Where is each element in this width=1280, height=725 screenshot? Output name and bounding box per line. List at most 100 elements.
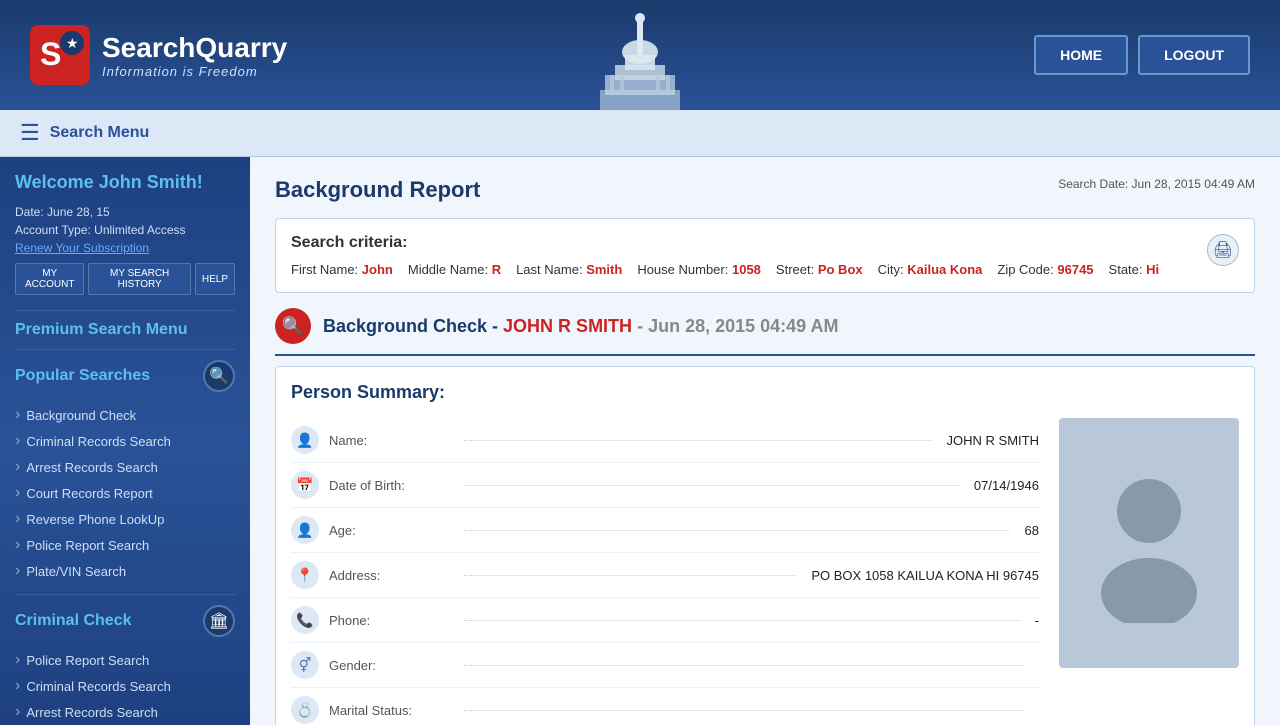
address-icon: 📍 (291, 561, 319, 589)
field-row-phone: 📞 Phone: - (291, 598, 1039, 643)
dob-label: Date of Birth: (329, 478, 449, 493)
criminal-check-icon[interactable]: 🏛 (203, 605, 235, 637)
welcome-title: Welcome John Smith! (15, 172, 235, 193)
field-row-name: 👤 Name: JOHN R SMITH (291, 418, 1039, 463)
header-center (595, 0, 685, 110)
svg-text:★: ★ (66, 35, 79, 51)
popular-searches-list: Background Check Criminal Records Search… (15, 402, 235, 584)
my-account-button[interactable]: MY ACCOUNT (15, 263, 84, 295)
gender-label: Gender: (329, 658, 449, 673)
popular-searches-title: Popular Searches (15, 367, 150, 385)
sidebar-divider-1 (15, 310, 235, 311)
person-icon: 👤 (291, 426, 319, 454)
search-criteria-section: Search criteria: First Name: John Middle… (275, 218, 1255, 293)
gender-separator (464, 665, 1024, 666)
logo-brand: SearchQuarry (102, 32, 287, 64)
sidebar-item-arrest-records[interactable]: Arrest Records Search (15, 454, 235, 480)
print-button[interactable]: 🖨 (1207, 234, 1239, 266)
hamburger-icon[interactable]: ☰ (20, 120, 40, 146)
dob-separator (464, 485, 959, 486)
criteria-house-number: House Number: 1058 (637, 262, 761, 277)
popular-searches-header: Popular Searches 🔍 (15, 360, 235, 392)
logo-area: S ★ SearchQuarry Information is Freedom (30, 25, 287, 85)
marital-separator (464, 710, 1024, 711)
address-separator (464, 575, 796, 576)
report-header: Background Report Search Date: Jun 28, 2… (275, 177, 1255, 203)
content-area: Background Report Search Date: Jun 28, 2… (250, 157, 1280, 725)
logout-button[interactable]: LOGOUT (1138, 35, 1250, 75)
avatar-placeholder (1089, 463, 1209, 623)
sidebar-divider-3 (15, 594, 235, 595)
popular-searches-icon[interactable]: 🔍 (203, 360, 235, 392)
sidebar-item-reverse-phone[interactable]: Reverse Phone LookUp (15, 506, 235, 532)
criteria-first-name: First Name: John (291, 262, 393, 277)
phone-value: - (1035, 613, 1039, 628)
svg-text:S: S (40, 36, 61, 72)
age-icon: 👤 (291, 516, 319, 544)
bg-check-search-icon: 🔍 (275, 308, 311, 344)
avatar-container (1059, 418, 1239, 668)
sidebar-action-buttons: MY ACCOUNT MY SEARCH HISTORY HELP (15, 263, 235, 295)
sidebar-item-court-records[interactable]: Court Records Report (15, 480, 235, 506)
criteria-zip: Zip Code: 96745 (997, 262, 1093, 277)
header-buttons: HOME LOGOUT (1034, 35, 1250, 75)
capitol-icon (595, 10, 685, 110)
age-separator (464, 530, 1010, 531)
bg-check-title: Background Check - JOHN R SMITH - Jun 28… (323, 316, 839, 337)
sidebar-item-background-check[interactable]: Background Check (15, 402, 235, 428)
summary-fields: 👤 Name: JOHN R SMITH 📅 Date of Birth: 07… (291, 418, 1039, 725)
criminal-check-list: Police Report Search Criminal Records Se… (15, 647, 235, 725)
phone-icon: 📞 (291, 606, 319, 634)
address-label: Address: (329, 568, 449, 583)
sidebar-item-plate-vin[interactable]: Plate/VIN Search (15, 558, 235, 584)
criteria-last-name: Last Name: Smith (516, 262, 622, 277)
sidebar-criminal-arrest-records[interactable]: Arrest Records Search (15, 699, 235, 725)
criminal-check-header: Criminal Check 🏛 (15, 605, 235, 637)
logo-icon: S ★ (30, 25, 90, 85)
sidebar-criminal-police-report[interactable]: Police Report Search (15, 647, 235, 673)
home-button[interactable]: HOME (1034, 35, 1128, 75)
sidebar-criminal-records[interactable]: Criminal Records Search (15, 673, 235, 699)
sidebar-date: Date: June 28, 15 (15, 205, 235, 219)
sidebar-item-criminal-records[interactable]: Criminal Records Search (15, 428, 235, 454)
logo-text-area: SearchQuarry Information is Freedom (102, 32, 287, 79)
marital-label: Marital Status: (329, 703, 449, 718)
name-separator (464, 440, 932, 441)
logo-tagline: Information is Freedom (102, 64, 287, 79)
criteria-street: Street: Po Box (776, 262, 863, 277)
main-layout: Welcome John Smith! Date: June 28, 15 Ac… (0, 157, 1280, 725)
bg-check-header: 🔍 Background Check - JOHN R SMITH - Jun … (275, 308, 1255, 356)
person-summary-title: Person Summary: (291, 382, 1239, 403)
name-value: JOHN R SMITH (947, 433, 1039, 448)
field-row-gender: ⚥ Gender: (291, 643, 1039, 688)
my-search-history-button[interactable]: MY SEARCH HISTORY (88, 263, 190, 295)
name-label: Name: (329, 433, 449, 448)
help-button[interactable]: HELP (195, 263, 235, 295)
report-title: Background Report (275, 177, 480, 203)
field-row-age: 👤 Age: 68 (291, 508, 1039, 553)
phone-separator (464, 620, 1020, 621)
search-criteria-title: Search criteria: (291, 234, 1239, 252)
sidebar-item-police-report[interactable]: Police Report Search (15, 532, 235, 558)
logo-brand-text: SearchQuarry (102, 32, 287, 63)
search-date: Search Date: Jun 28, 2015 04:49 AM (1058, 177, 1255, 191)
criteria-city: City: Kailua Kona (878, 262, 983, 277)
criteria-row: First Name: John Middle Name: R Last Nam… (291, 262, 1239, 277)
person-summary: Person Summary: 👤 Name: JOHN R SMITH 📅 D… (275, 366, 1255, 725)
age-label: Age: (329, 523, 449, 538)
calendar-icon: 📅 (291, 471, 319, 499)
header: S ★ SearchQuarry Information is Freedom (0, 0, 1280, 110)
field-row-marital: 💍 Marital Status: (291, 688, 1039, 725)
gender-icon: ⚥ (291, 651, 319, 679)
search-menu-label: Search Menu (50, 124, 150, 142)
premium-menu-title: Premium Search Menu (15, 321, 235, 339)
summary-body: 👤 Name: JOHN R SMITH 📅 Date of Birth: 07… (291, 418, 1239, 725)
sidebar: Welcome John Smith! Date: June 28, 15 Ac… (0, 157, 250, 725)
address-value: PO BOX 1058 KAILUA KONA HI 96745 (811, 568, 1039, 583)
criminal-check-title: Criminal Check (15, 612, 131, 630)
phone-label: Phone: (329, 613, 449, 628)
age-value: 68 (1025, 523, 1039, 538)
renew-subscription-link[interactable]: Renew Your Subscription (15, 241, 235, 255)
criteria-middle-name: Middle Name: R (408, 262, 501, 277)
dob-value: 07/14/1946 (974, 478, 1039, 493)
